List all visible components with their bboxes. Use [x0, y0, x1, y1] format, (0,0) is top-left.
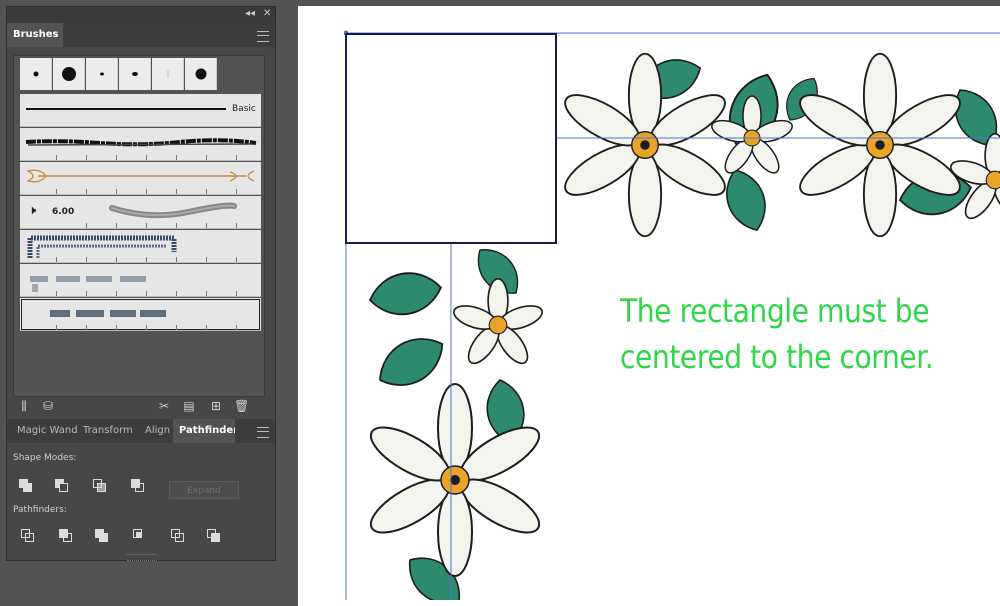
corner-rectangle[interactable] — [345, 33, 557, 244]
instruction-annotation: The rectangle must be centered to the co… — [620, 288, 934, 380]
leaf-shape — [717, 163, 775, 238]
flower-shape — [556, 52, 734, 238]
leaf-shape — [365, 266, 446, 321]
flower-shape — [450, 277, 546, 370]
annotation-line-2: centered to the corner. — [620, 338, 934, 376]
leaf-shape — [368, 325, 454, 399]
annotation-line-1: The rectangle must be — [620, 292, 930, 330]
